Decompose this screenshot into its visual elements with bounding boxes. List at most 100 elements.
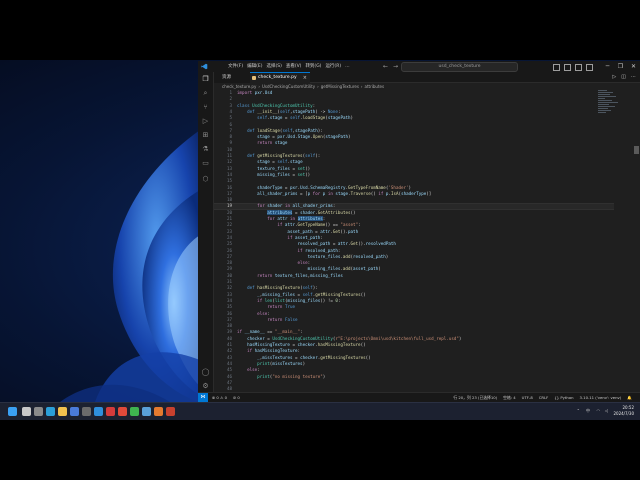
menu-more[interactable]: … <box>345 62 350 71</box>
code-line[interactable]: import pxr.Usd <box>237 90 272 96</box>
toggle-panel-icon[interactable] <box>564 64 571 71</box>
run-file-icon[interactable]: ▷ <box>612 72 616 83</box>
letterbox-top <box>0 0 640 60</box>
nav-back-icon[interactable]: ← <box>383 62 388 71</box>
status-bar: ⋈ ⊗ 0 ⚠ 0 ⊘ 0 行 20，列 23 (已选择10) 空格: 4 UT… <box>198 392 640 402</box>
tab-label: check_texture.py <box>258 75 297 80</box>
tab-check-texture[interactable]: check_texture.py × <box>250 72 310 83</box>
title-bar: 文件(F) 编辑(E) 选择(S) 查看(V) 转到(G) 运行(R) … ← … <box>198 61 640 72</box>
app-icon-2[interactable] <box>106 407 115 416</box>
extensions-icon[interactable]: ⊞ <box>201 131 210 140</box>
settings-gear-icon[interactable]: ⚙ <box>201 382 210 391</box>
code-line[interactable]: missing_files = set() <box>237 172 310 178</box>
notifications-bell-icon[interactable]: 🔔 <box>627 393 632 402</box>
menu-view[interactable]: 查看(V) <box>286 62 302 71</box>
code-line[interactable]: return texture_files,missing_files <box>237 273 343 279</box>
split-editor-icon[interactable]: ◫ <box>621 72 626 83</box>
search-icon[interactable] <box>22 407 31 416</box>
close-button[interactable]: ✕ <box>627 61 640 72</box>
menu-goto[interactable]: 转到(G) <box>305 62 321 71</box>
minimize-button[interactable]: ─ <box>601 61 614 72</box>
breadcrumb-file[interactable]: check_texture.py <box>222 83 256 90</box>
ports-status[interactable]: ⊘ 0 <box>233 393 240 402</box>
wifi-icon[interactable]: ◠ <box>597 408 601 414</box>
system-clock[interactable]: 20:52 2024/7/30 <box>613 405 634 417</box>
breadcrumb: check_texture.py › UsdCheckingCustomUtil… <box>222 83 384 90</box>
sidebar-title: 资源 <box>214 72 250 83</box>
source-control-icon[interactable]: ⑂ <box>201 103 210 112</box>
code-line[interactable]: all_shader_prims = [p for p in stage.Tra… <box>237 191 431 197</box>
account-icon[interactable]: ◯ <box>201 368 210 377</box>
remote-indicator-icon[interactable]: ⋈ <box>198 393 208 402</box>
run-debug-icon[interactable]: ▷ <box>201 117 210 126</box>
code-line[interactable]: print("no missing texture") <box>237 374 325 380</box>
toggle-sidebar-icon[interactable] <box>553 64 560 71</box>
breadcrumb-separator: › <box>317 84 319 89</box>
remote-explorer-icon[interactable]: ▭ <box>201 159 210 168</box>
toggle-secondary-sidebar-icon[interactable] <box>575 64 582 71</box>
python-icon[interactable]: ⬡ <box>201 175 210 184</box>
vscode-logo-icon <box>201 63 208 70</box>
testing-icon[interactable]: ⚗ <box>201 145 210 154</box>
minimap[interactable] <box>598 90 620 130</box>
breadcrumb-method[interactable]: getMissingTextures <box>321 83 359 90</box>
editor-tab-bar: check_texture.py × ▷ ◫ ⋯ <box>250 72 640 83</box>
line-endings[interactable]: CRLF <box>539 393 549 402</box>
task-view-icon[interactable] <box>34 407 43 416</box>
breadcrumb-class[interactable]: UsdCheckingCustomUtility <box>262 83 315 90</box>
encoding[interactable]: UTF-8 <box>522 393 533 402</box>
code-line[interactable]: self.stage = self.loadStage(stagePath) <box>237 115 353 121</box>
tray-chevron-icon[interactable]: ⌃ <box>577 408 580 414</box>
cursor-position[interactable]: 行 20，列 23 (已选择10) <box>453 393 497 402</box>
code-line[interactable]: return stage <box>237 140 287 146</box>
menu-file[interactable]: 文件(F) <box>228 62 243 71</box>
more-actions-icon[interactable]: ⋯ <box>631 72 636 83</box>
breadcrumb-variable[interactable]: attributes <box>365 83 385 90</box>
tab-close-icon[interactable]: × <box>303 73 307 83</box>
python-interpreter[interactable]: 3.10.11 ('venv': venv) <box>580 393 622 402</box>
file-explorer-icon[interactable] <box>58 407 67 416</box>
edge-icon[interactable] <box>46 407 55 416</box>
nav-forward-icon[interactable]: → <box>393 62 398 71</box>
windows-taskbar: ⌃ 中 ◠ ◁ 20:52 2024/7/30 <box>0 402 640 420</box>
volume-icon[interactable]: ◁ <box>605 408 608 414</box>
start-icon[interactable] <box>8 407 17 416</box>
title-navigation: ← → <box>383 62 398 71</box>
explorer-icon[interactable]: ❐ <box>201 75 210 84</box>
status-bar-left: ⊗ 0 ⚠ 0 ⊘ 0 <box>212 393 240 402</box>
menu-bar: 文件(F) 编辑(E) 选择(S) 查看(V) 转到(G) 运行(R) … <box>228 62 350 71</box>
breadcrumb-separator: › <box>258 84 260 89</box>
code-editor[interactable]: 1 2 3 4 5 6 7 8 9 10 11 12 13 14 15 16 17 18 19 20 21 22 23 24 2… <box>214 90 640 392</box>
python-file-icon <box>252 76 256 80</box>
search-icon[interactable]: ⌕ <box>201 89 210 98</box>
maximize-button[interactable]: ❐ <box>614 61 627 72</box>
command-center-search[interactable]: usd_check_texture <box>401 62 518 72</box>
window-controls: ─ ❐ ✕ <box>601 61 640 72</box>
app-icon-5[interactable] <box>166 407 175 416</box>
menu-run[interactable]: 运行(R) <box>325 62 341 71</box>
language-mode[interactable]: {} Python <box>554 393 573 402</box>
customize-layout-icon[interactable] <box>586 64 593 71</box>
layout-controls <box>553 62 593 71</box>
letterbox-bottom <box>0 420 640 480</box>
app-icon-1[interactable] <box>82 407 91 416</box>
menu-edit[interactable]: 编辑(E) <box>247 62 262 71</box>
indentation[interactable]: 空格: 4 <box>503 393 516 402</box>
clock-date: 2024/7/30 <box>613 411 634 416</box>
input-language[interactable]: 中 <box>586 408 590 414</box>
wechat-icon[interactable] <box>130 407 139 416</box>
vscode-window: 文件(F) 编辑(E) 选择(S) 查看(V) 转到(G) 运行(R) … ← … <box>198 61 640 402</box>
status-bar-right: 行 20，列 23 (已选择10) 空格: 4 UTF-8 CRLF {} Py… <box>453 393 632 402</box>
vertical-scrollbar[interactable] <box>634 146 639 154</box>
menu-selection[interactable]: 选择(S) <box>266 62 281 71</box>
vscode-icon[interactable] <box>94 407 103 416</box>
editor-actions: ▷ ◫ ⋯ <box>612 72 636 83</box>
breadcrumb-separator: › <box>360 84 363 89</box>
store-icon[interactable] <box>70 407 79 416</box>
chrome-icon[interactable] <box>118 407 127 416</box>
app-icon-3[interactable] <box>142 407 151 416</box>
code-line[interactable]: return False <box>237 317 297 323</box>
app-icon-4[interactable] <box>154 407 163 416</box>
problems-status[interactable]: ⊗ 0 ⚠ 0 <box>212 393 227 402</box>
activity-bar: ❐ ⌕ ⑂ ▷ ⊞ ⚗ ▭ ⬡ ◯ ⚙ <box>198 72 214 392</box>
